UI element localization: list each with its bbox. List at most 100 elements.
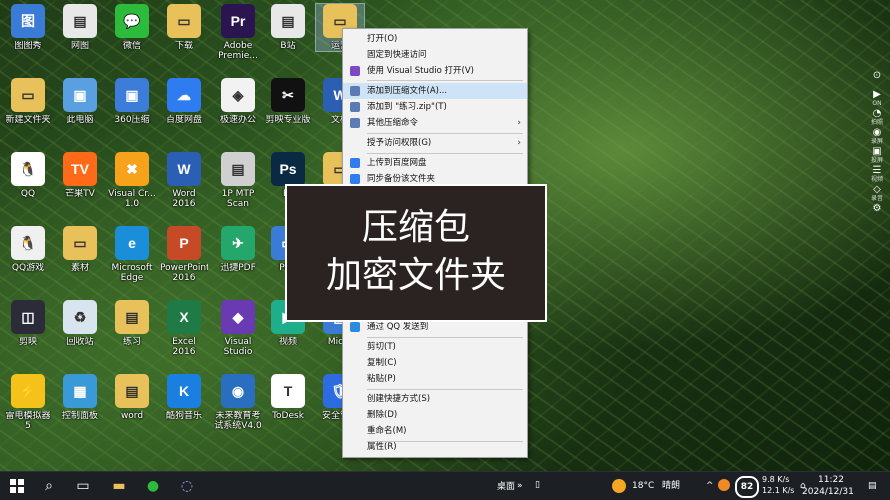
desktop-icon[interactable]: e Microsoft Edge: [108, 226, 156, 283]
desktop-icon[interactable]: T ToDesk: [264, 374, 312, 421]
cast-icon[interactable]: ▣ 投屏: [864, 146, 890, 165]
menu-separator: [367, 153, 523, 154]
tray-app-icon[interactable]: ▯: [535, 480, 540, 490]
weather-text[interactable]: 晴朗: [662, 481, 680, 491]
desktop-icon-label: word: [120, 411, 144, 421]
desktop-icon[interactable]: W Word 2016: [160, 152, 208, 209]
chevron-right-icon: ›: [517, 118, 521, 128]
desktop-icon-label: 视频: [278, 337, 297, 347]
desktop-icon[interactable]: ▦ 控制面板: [56, 374, 104, 421]
taskbar: ⌕ ▭ ▬ ● ◌ 桌面 » ▯ 18°C 晴朗 ^ 82 9.8 K/s 12…: [0, 471, 890, 500]
menu-separator: [367, 389, 523, 390]
menu-separator: [367, 80, 523, 81]
desktop-icon-label: 芒果TV: [65, 189, 95, 199]
menu-item-copy[interactable]: 复制(C): [343, 355, 527, 371]
menu-item-pin-quick-access[interactable]: 固定到快速访问: [343, 47, 527, 63]
app-icon[interactable]: ◌: [176, 476, 198, 496]
settings-gear-icon[interactable]: ⚙: [864, 203, 890, 222]
clock-date[interactable]: 2024/12/31: [802, 487, 854, 497]
wechat-icon[interactable]: ●: [142, 476, 164, 496]
app-icon: ◆: [221, 300, 255, 334]
video-list-icon[interactable]: ☰ 视频: [864, 165, 890, 184]
weather-temp[interactable]: 18°C: [632, 481, 654, 491]
archive-icon: [350, 102, 360, 112]
desktop-icon[interactable]: ✖ Visual Cr... 1.0: [108, 152, 156, 209]
app-icon: 🐧: [11, 226, 45, 260]
desktop-icon[interactable]: ▣ 此电脑: [56, 78, 104, 125]
desktop-icon-label: B站: [280, 41, 296, 51]
desktop-icon[interactable]: ☁ 百度网盘: [160, 78, 208, 125]
menu-item-delete[interactable]: 删除(D): [343, 407, 527, 423]
desktop-icon[interactable]: ✈ 迅捷PDF: [214, 226, 262, 273]
desktop-icon[interactable]: TV 芒果TV: [56, 152, 104, 199]
desktop-icon-label: Word 2016: [172, 189, 196, 209]
app-icon: ▭: [167, 4, 201, 38]
tray-orange-icon[interactable]: [718, 479, 730, 491]
menu-item-upload-baidu[interactable]: 上传到百度网盘: [343, 155, 527, 171]
desktop-icon[interactable]: ◫ 剪映: [4, 300, 52, 347]
desktop-icon[interactable]: ▤ word: [108, 374, 156, 421]
desktop-icon[interactable]: ▭ 下载: [160, 4, 208, 51]
app-icon: ♻: [63, 300, 97, 334]
notification-icon[interactable]: ▤: [868, 481, 877, 491]
desktop-icon-label: 剪映: [18, 337, 37, 347]
task-view-icon[interactable]: ▭: [72, 476, 94, 496]
desktop-icon[interactable]: ♻ 回收站: [56, 300, 104, 347]
menu-item-add-to-archive[interactable]: 添加到压缩文件(A)...: [343, 83, 527, 99]
desktop-icon[interactable]: ▤ 练习: [108, 300, 156, 347]
app-icon: ▤: [63, 4, 97, 38]
app-icon: W: [167, 152, 201, 186]
power-icon[interactable]: ⊙: [864, 70, 890, 89]
desktop-icon[interactable]: ▤ B站: [264, 4, 312, 51]
desktop-icon-label: 练习: [122, 337, 141, 347]
menu-item-open-visual-studio[interactable]: 使用 Visual Studio 打开(V): [343, 63, 527, 79]
app-icon: ⚡: [11, 374, 45, 408]
desktop-icon[interactable]: ▭ 新建文件夹: [4, 78, 52, 125]
qq-icon: [350, 322, 360, 332]
menu-item-rename[interactable]: 重命名(M): [343, 423, 527, 439]
cloud-icon: [350, 174, 360, 184]
menu-item-open[interactable]: 打开(O): [343, 31, 527, 47]
search-icon[interactable]: ⌕: [38, 476, 60, 496]
desktop-icon[interactable]: ▣ 360压缩: [108, 78, 156, 125]
desktop-icon[interactable]: ▤ 网图: [56, 4, 104, 51]
desktop-icon[interactable]: 🐧 QQ: [4, 152, 52, 199]
desktop-icon[interactable]: 💬 微信: [108, 4, 156, 51]
windows-start-icon[interactable]: [6, 476, 28, 496]
desktop-icon[interactable]: Pr Adobe Premie...: [214, 4, 262, 61]
desktop-icon[interactable]: ◈ 极速办公: [214, 78, 262, 125]
menu-item-properties[interactable]: 属性(R): [343, 439, 527, 455]
desktop-icon[interactable]: K 酷狗音乐: [160, 374, 208, 421]
screen-record-icon[interactable]: ◉ 录屏: [864, 127, 890, 146]
app-icon: ▤: [115, 374, 149, 408]
record-toggle[interactable]: ▶ ON: [864, 89, 890, 108]
audio-icon[interactable]: ◇ 录音: [864, 184, 890, 203]
desktop-icon[interactable]: ▭ 素材: [56, 226, 104, 273]
desktop-icon[interactable]: 图图图秀: [4, 4, 52, 51]
desktop-icon-label: 图图秀: [14, 41, 42, 51]
desktop-icon[interactable]: ◉ 未来教育考试系统V4.0: [214, 374, 262, 431]
desktop-icon[interactable]: ⚡ 雷电模拟器5: [4, 374, 52, 431]
desktop-icon[interactable]: P PowerPoint 2016: [160, 226, 208, 283]
desktop-icon[interactable]: ✂ 剪映专业版: [264, 78, 312, 125]
file-explorer-icon[interactable]: ▬: [108, 476, 130, 496]
desktop-icon-label: Adobe Premie...: [218, 41, 258, 61]
desktop-icon[interactable]: ▤ 1P MTP Scan: [214, 152, 262, 209]
clock-time[interactable]: 11:22: [818, 475, 844, 485]
caption-line-2: 加密文件夹: [325, 255, 506, 296]
overlay-caption: 压缩包 加密文件夹: [285, 184, 547, 322]
menu-item-other-compress[interactable]: 其他压缩命令 ›: [343, 115, 527, 131]
menu-item-grant-access[interactable]: 授予访问权限(G) ›: [343, 135, 527, 151]
cpu-badge[interactable]: 82: [735, 476, 759, 498]
chevron-up-icon[interactable]: ^: [706, 481, 714, 491]
menu-item-create-shortcut[interactable]: 创建快捷方式(S): [343, 391, 527, 407]
desktop-icon[interactable]: 🐧 QQ游戏: [4, 226, 52, 273]
desktop-icon[interactable]: ◆ Visual Studio 2019: [214, 300, 262, 357]
menu-item-cut[interactable]: 剪切(T): [343, 339, 527, 355]
desktop-toolbar-label[interactable]: 桌面: [497, 482, 515, 492]
menu-item-add-to-zip[interactable]: 添加到 "练习.zip"(T): [343, 99, 527, 115]
camera-icon[interactable]: ◔ 拍照: [864, 108, 890, 127]
menu-item-paste[interactable]: 粘贴(P): [343, 371, 527, 387]
desktop-icon[interactable]: X Excel 2016: [160, 300, 208, 357]
chevron-icon[interactable]: »: [517, 481, 523, 491]
